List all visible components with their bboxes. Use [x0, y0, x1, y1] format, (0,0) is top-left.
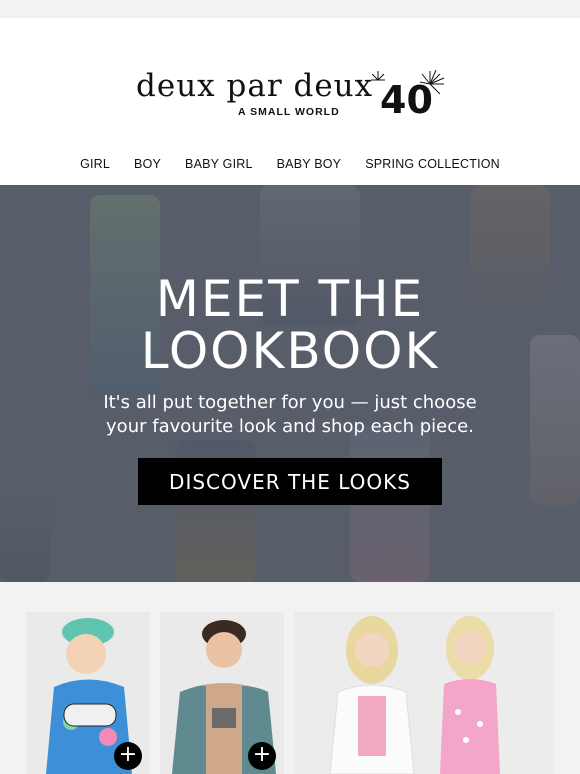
nav-item-baby-girl[interactable]: BABY GIRL [185, 157, 253, 171]
product-row: + + [0, 582, 580, 774]
discover-looks-button[interactable]: DISCOVER THE LOOKS [138, 458, 442, 505]
brand-tagline: A SMALL WORLD [238, 106, 340, 118]
brand-name: deux par deux [136, 68, 374, 104]
hero-subtitle-line: It's all put together for you — just cho… [103, 392, 477, 413]
lookbook-hero[interactable]: MEET THE LOOKBOOK It's all put together … [0, 185, 580, 582]
nav-item-girl[interactable]: GIRL [80, 157, 110, 171]
hero-title-line: LOOKBOOK [140, 322, 440, 380]
anniversary-badge: 40 [380, 78, 433, 122]
nav-item-baby-boy[interactable]: BABY BOY [277, 157, 342, 171]
nav-item-boy[interactable]: BOY [134, 157, 161, 171]
add-to-cart-button[interactable]: + [248, 742, 276, 770]
email-header: deux par deux A SMALL WORLD 40 GIRL BOY … [0, 18, 580, 185]
product-card[interactable] [294, 612, 554, 774]
main-nav: GIRL BOY BABY GIRL BABY BOY SPRING COLLE… [0, 157, 580, 171]
product-image [294, 612, 554, 774]
product-card[interactable]: + [160, 612, 284, 774]
brand-logo[interactable]: deux par deux A SMALL WORLD 40 [136, 68, 446, 126]
hero-title-line: MEET THE [155, 270, 425, 328]
hero-title: MEET THE LOOKBOOK [0, 273, 580, 377]
hero-subtitle: It's all put together for you — just cho… [0, 391, 580, 439]
add-to-cart-button[interactable]: + [114, 742, 142, 770]
nav-item-spring-collection[interactable]: SPRING COLLECTION [365, 157, 500, 171]
product-card[interactable]: + [26, 612, 150, 774]
top-strip [0, 0, 580, 18]
hero-figure [0, 485, 50, 582]
hero-subtitle-line: your favourite look and shop each piece. [106, 416, 474, 437]
